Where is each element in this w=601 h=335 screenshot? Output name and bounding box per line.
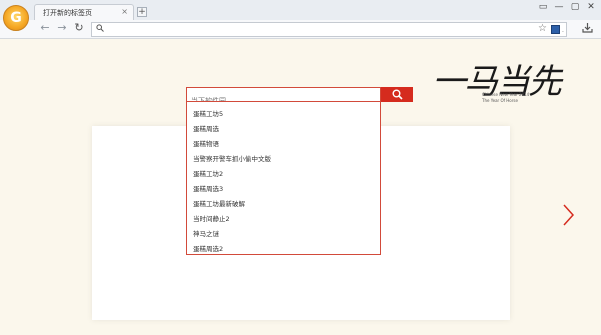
download-icon[interactable] [582, 22, 593, 33]
search-button[interactable] [381, 87, 413, 102]
bookmark-star-icon[interactable]: ☆ [538, 23, 547, 34]
suggestion-item[interactable]: 蛋糕物语 [187, 134, 380, 149]
address-bar[interactable]: ☆ . [91, 22, 567, 37]
navigation-bar: ← → ↻ ☆ . [0, 20, 601, 39]
extension-label: . [562, 27, 564, 34]
tab-close-icon[interactable]: × [121, 7, 128, 16]
suggestion-item[interactable]: 蛋糕周选 [187, 119, 380, 134]
logo-letter: G [10, 10, 22, 26]
calligraphy-caption-1: Chinese New Year 2014 [482, 92, 530, 97]
forward-arrow-icon[interactable]: → [55, 21, 69, 34]
suggestion-item[interactable]: 蛋糕工坊最新破解 [187, 194, 380, 209]
suggestion-item[interactable]: 蛋糕工坊2 [187, 164, 380, 179]
title-bar: 打开新的标签页 × + ▭ — ▢ ✕ [0, 0, 601, 20]
search-icon [96, 24, 104, 32]
search-icon [392, 89, 403, 100]
calligraphy-caption-2: The Year Of Horse [482, 98, 518, 103]
menu-icon[interactable]: ▭ [536, 0, 550, 14]
suggestion-dropdown: 蛋糕工坊5 蛋糕周选 蛋糕物语 当警察开警车抓小偷中文版 蛋糕工坊2 蛋糕周选3… [186, 101, 381, 255]
suggestion-item[interactable]: 当时间静止2 [187, 209, 380, 224]
background-poem-decoration [540, 40, 600, 160]
suggestion-item[interactable]: 蛋糕周选2 [187, 239, 380, 254]
suggestion-item[interactable]: 蛋糕周选3 [187, 179, 380, 194]
close-button[interactable]: ✕ [584, 0, 598, 14]
reload-icon[interactable]: ↻ [72, 21, 86, 34]
maximize-button[interactable]: ▢ [568, 0, 582, 14]
browser-logo-icon[interactable]: G [3, 5, 29, 31]
chevron-right-icon[interactable] [562, 204, 574, 226]
extension-icon[interactable] [551, 25, 560, 34]
minimize-button[interactable]: — [552, 0, 566, 14]
search-box[interactable] [186, 87, 381, 108]
tab-title: 打开新的标签页 [43, 9, 92, 17]
new-tab-button[interactable]: + [137, 7, 147, 17]
suggestion-item[interactable]: 当警察开警车抓小偷中文版 [187, 149, 380, 164]
tab-new-tab[interactable]: 打开新的标签页 × [34, 4, 134, 20]
back-arrow-icon[interactable]: ← [38, 21, 52, 34]
suggestion-item[interactable]: 神马之谜 [187, 224, 380, 239]
suggestion-item[interactable]: 蛋糕工坊5 [187, 104, 380, 119]
